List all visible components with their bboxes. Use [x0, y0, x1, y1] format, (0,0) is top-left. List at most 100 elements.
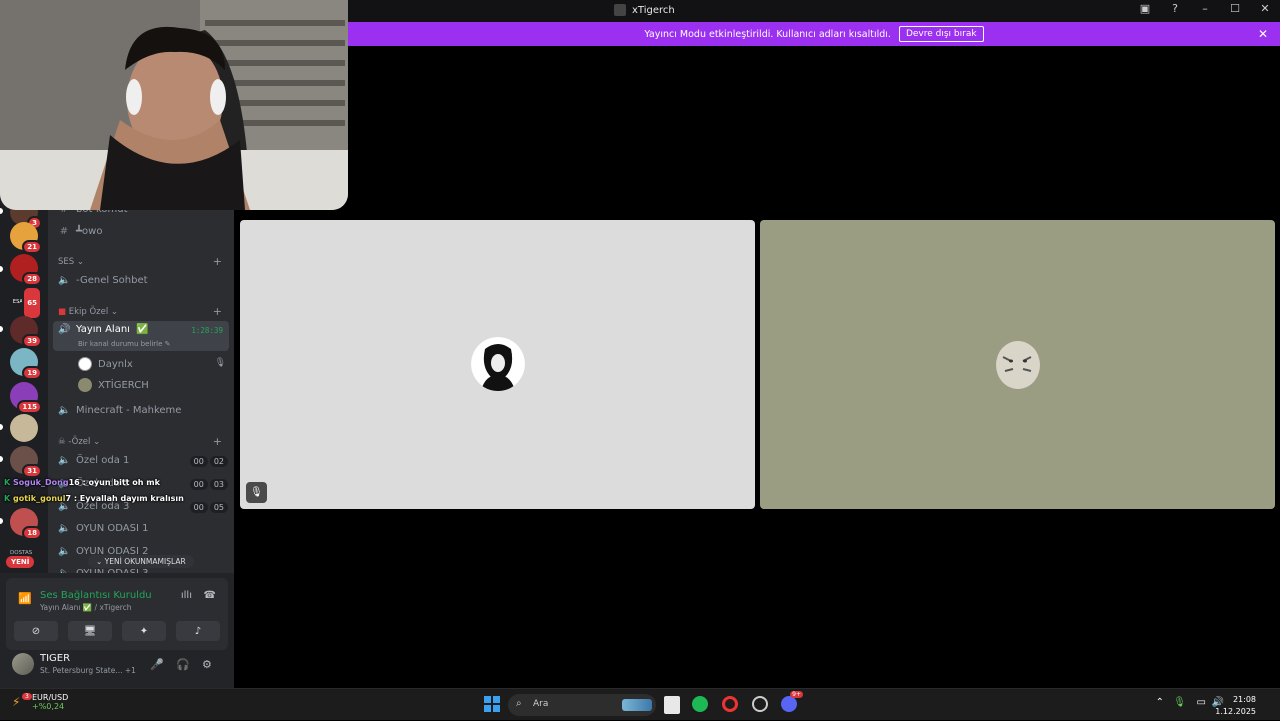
speaker-icon: 🔈 [58, 405, 71, 416]
server-icon[interactable]: 18 [10, 508, 42, 540]
microphone-icon[interactable]: 🎤 [150, 658, 164, 671]
server-icon[interactable]: 19 [10, 348, 42, 380]
search-highlight-image [622, 699, 652, 711]
file-explorer-icon[interactable] [664, 696, 680, 714]
window-controls: ▣ ? – ☐ ✕ [1138, 2, 1272, 15]
unread-pip [0, 518, 3, 524]
app-icon [614, 4, 626, 16]
user-limit-pill: 00 03 [189, 479, 228, 490]
username[interactable]: TIGER [40, 653, 70, 664]
add-channel-icon[interactable]: + [213, 255, 222, 268]
banner-close-icon[interactable]: ✕ [1258, 27, 1268, 41]
minimize-button[interactable]: – [1198, 2, 1212, 15]
clock[interactable]: 21:08 1.12.2025 [1215, 694, 1256, 718]
opera-icon[interactable] [722, 696, 738, 712]
voice-channel[interactable]: 🔈 Minecraft - Mahkeme [58, 405, 181, 416]
kick-icon: K [4, 478, 11, 487]
check-icon: ✅ [135, 324, 149, 335]
inbox-icon[interactable]: ▣ [1138, 2, 1152, 15]
user-bar: TIGER St. Petersburg State... +1 🎤 🎧 ⚙ [6, 653, 228, 683]
help-icon[interactable]: ? [1168, 2, 1182, 15]
steam-icon[interactable] [752, 696, 768, 712]
share-screen-button[interactable]: 🖥 [68, 621, 112, 641]
microphone-icon[interactable]: 🎙 [1173, 697, 1186, 708]
unread-pip [0, 266, 3, 272]
call-timer: 1:28:39 [191, 326, 223, 335]
speaker-icon: 🔊 [58, 324, 71, 335]
window-title: xTigerch [614, 4, 675, 16]
category-ozel[interactable]: ☠ -Özel ⌄ [58, 437, 100, 447]
chat-overlay-message: K gotik_gonul7 : Eyvallah dayım kralısın [4, 494, 184, 503]
voice-connected-subtitle[interactable]: Yayın Alanı ✅ / xTigerch [40, 603, 132, 612]
channel-list: #bot-komut #┻owo SES ⌄ + 🔈-Genel Sohbet … [48, 198, 234, 578]
new-unreads-button[interactable]: ⌄ YENİ OKUNMAMIŞLAR [88, 555, 194, 568]
signal-icon: 📶 [18, 592, 32, 605]
spotify-icon[interactable] [692, 696, 708, 712]
video-tile[interactable] [760, 220, 1275, 509]
ticker-icon: ⚡ [12, 695, 21, 709]
active-channel-label[interactable]: 🔊 Yayın Alanı ✅ [58, 324, 148, 335]
server-icon[interactable]: 39 [10, 316, 42, 348]
server-icon[interactable]: 115 [10, 382, 42, 414]
maximize-button[interactable]: ☐ [1228, 2, 1242, 15]
category-color-icon: ■ [58, 307, 67, 317]
unread-pip [0, 208, 3, 214]
mic-muted-icon: 🎙 [246, 482, 267, 503]
voice-channel[interactable]: 🔈 -Genel Sohbet [58, 275, 148, 286]
camera-off-button[interactable]: ⊘ [14, 621, 58, 641]
avatar [78, 378, 92, 392]
user-status: St. Petersburg State... +1 [40, 666, 136, 675]
activities-button[interactable]: ✦ [122, 621, 166, 641]
server-list: 3 21 28 ESATAKA65 39 19 115 31 18 DOSTAS… [0, 198, 48, 573]
voice-channel[interactable]: 🔈 OYUN ODASI 1 [58, 523, 149, 534]
start-button[interactable] [484, 696, 500, 714]
voice-connection-panel: 📶 Ses Bağlantısı Kuruldu Yayın Alanı ✅ /… [6, 578, 228, 650]
soundboard-button[interactable]: ♪ [176, 621, 220, 641]
settings-gear-icon[interactable]: ⚙ [202, 658, 212, 671]
search-icon: ⌕ [516, 698, 522, 709]
user-limit-pill: 00 02 [189, 456, 228, 467]
display-icon[interactable]: ▭ [1197, 697, 1206, 708]
avatar[interactable] [12, 653, 34, 675]
speaker-icon: 🔈 [58, 455, 71, 466]
video-tile[interactable]: 🎙 [240, 220, 755, 509]
market-ticker-widget[interactable]: ⚡ 3 EUR/USD +%0,24 [12, 693, 68, 711]
taskbar: ⚡ 3 EUR/USD +%0,24 ⌕ Ara 9+ ⌃ 🎙 ▭ 🔊 21:0… [0, 688, 1280, 720]
server-icon[interactable]: 21 [10, 222, 42, 254]
headphones-icon[interactable]: 🎧 [176, 658, 190, 671]
disable-streamer-mode-button[interactable]: Devre dışı bırak [898, 26, 984, 42]
voice-member[interactable]: Daynlx [78, 357, 133, 371]
user-panel: 📶 Ses Bağlantısı Kuruldu Yayın Alanı ✅ /… [0, 573, 234, 688]
server-icon[interactable]: 31 [10, 446, 42, 478]
add-channel-icon[interactable]: + [213, 305, 222, 318]
voice-connected-title[interactable]: Ses Bağlantısı Kuruldu [40, 590, 152, 601]
server-icon[interactable]: 28 [10, 254, 42, 286]
ticker-name: EUR/USD [32, 693, 69, 702]
server-icon[interactable] [10, 414, 38, 442]
discord-icon[interactable]: 9+ [781, 691, 803, 712]
text-channel[interactable]: # ┻owo [58, 226, 103, 237]
unread-pip [0, 456, 3, 462]
avatar [78, 357, 92, 371]
disconnect-icon[interactable]: ☎ [204, 590, 216, 601]
speaker-icon: 🔈 [58, 275, 71, 286]
channel-status[interactable]: Bir kanal durumu belirle ✎ [78, 340, 171, 348]
webcam-image [0, 0, 348, 210]
close-button[interactable]: ✕ [1258, 2, 1272, 15]
chat-overlay-message: K Soguk_Dong16 : oyun bitt oh mk [4, 478, 160, 487]
notification-badge: 9+ [790, 691, 803, 698]
voice-member[interactable]: XTİGERCH [78, 378, 149, 392]
new-badge[interactable]: YENİ [6, 556, 35, 568]
taskbar-search[interactable]: ⌕ Ara [508, 694, 656, 716]
server-icon[interactable]: ESATAKA65 [10, 286, 42, 320]
streamer-mode-banner: Yayıncı Modu etkinleştirildi. Kullanıcı … [348, 22, 1280, 46]
mic-muted-icon: 🎙 [214, 358, 226, 368]
ticker-value: +%0,24 [32, 702, 65, 711]
category-ekip-ozel[interactable]: ■ Ekip Özel ⌄ [58, 307, 118, 317]
notification-badge: 3 [22, 693, 32, 700]
noise-suppression-icon[interactable]: ıllı [181, 590, 192, 601]
category-ses[interactable]: SES ⌄ [58, 257, 84, 267]
voice-channel[interactable]: 🔈 Özel oda 1 [58, 455, 129, 466]
add-channel-icon[interactable]: + [213, 435, 222, 448]
chevron-up-icon[interactable]: ⌃ [1156, 697, 1164, 708]
